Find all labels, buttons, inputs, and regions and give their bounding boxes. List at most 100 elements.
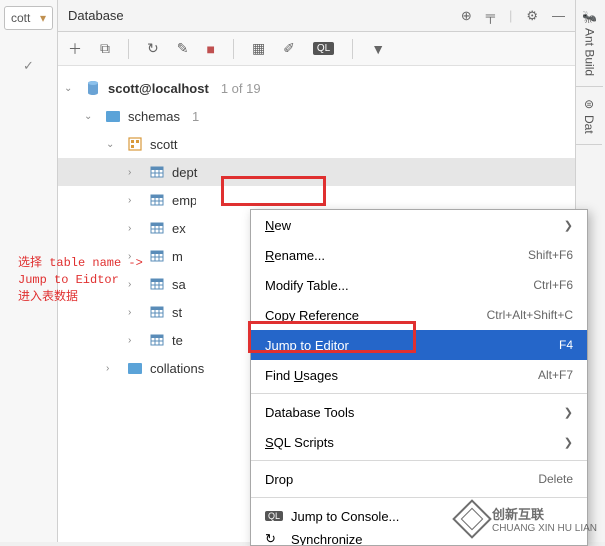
collations-label: collations xyxy=(150,361,204,376)
dropdown-label: cott xyxy=(11,11,30,25)
arrow-down-icon: ⌄ xyxy=(106,139,120,150)
chevron-right-icon: ❯ xyxy=(564,436,573,449)
menu-item-find-usages[interactable]: Find Usages Alt+F7 xyxy=(251,360,587,390)
folder-icon xyxy=(104,111,122,122)
panel-title: Database xyxy=(68,8,124,23)
arrow-right-icon: › xyxy=(128,307,142,318)
table-label: ex xyxy=(172,221,186,236)
separator xyxy=(352,39,353,59)
tree-root-datasource[interactable]: ⌄ scott@localhost 1 of 19 xyxy=(58,74,575,102)
menu-item-new[interactable]: New ❯ xyxy=(251,210,587,240)
ant-icon: 🐜 xyxy=(582,10,597,24)
table-label: m xyxy=(172,249,183,264)
tree-node-table-dept[interactable]: › dept xyxy=(58,158,575,186)
menu-item-sql-scripts[interactable]: SQL Scripts ❯ xyxy=(251,427,587,457)
menu-shortcut: Ctrl+Alt+Shift+C xyxy=(487,308,573,322)
table-icon xyxy=(148,193,166,207)
schema-label: scott xyxy=(150,137,177,152)
chevron-right-icon: ❯ xyxy=(564,219,573,232)
table-label: emp xyxy=(172,193,196,208)
schemas-meta: 1 xyxy=(192,109,199,124)
watermark-logo-icon xyxy=(452,499,492,539)
refresh-icon[interactable]: ↻ xyxy=(147,40,159,57)
menu-shortcut: Delete xyxy=(538,472,573,486)
menu-separator xyxy=(251,393,587,394)
tab-label: Ant Build xyxy=(582,28,596,76)
edit-icon[interactable]: ✐ xyxy=(283,40,295,57)
watermark-text: 创新互联 CHUANG XIN HU LIAN xyxy=(492,504,597,534)
table-label: sa xyxy=(172,277,186,292)
menu-shortcut: Alt+F7 xyxy=(538,368,573,382)
tab-label: Dat xyxy=(582,115,596,134)
query-icon[interactable]: QL xyxy=(313,42,334,55)
table-label: st xyxy=(172,305,182,320)
table-icon xyxy=(148,221,166,235)
menu-label: Synchronize xyxy=(291,532,363,546)
menu-shortcut: Ctrl+F6 xyxy=(533,278,573,292)
database-icon xyxy=(84,80,102,96)
schema-dropdown[interactable]: cott ▾ xyxy=(4,6,53,30)
menu-shortcut: Shift+F6 xyxy=(528,248,573,262)
tab-database[interactable]: ⊜ Dat xyxy=(576,87,602,145)
table-icon xyxy=(148,249,166,263)
grid-icon[interactable]: ▦ xyxy=(252,40,265,57)
menu-shortcut: F4 xyxy=(559,338,573,352)
menu-item-drop[interactable]: Drop Delete xyxy=(251,464,587,494)
folder-icon xyxy=(126,363,144,374)
menu-label: Modify Table... xyxy=(265,278,349,293)
tree-node-schemas[interactable]: ⌄ schemas 1 xyxy=(58,102,575,130)
menu-item-jump-to-editor[interactable]: Jump to Editor F4 xyxy=(251,330,587,360)
header-actions: ⊕ ╤ | ⚙ — xyxy=(461,8,565,24)
check-icon: ✓ xyxy=(0,58,57,74)
globe-icon[interactable]: ⊕ xyxy=(461,8,472,24)
panel-header: Database ⊕ ╤ | ⚙ — xyxy=(58,0,575,32)
tree-node-schema-scott[interactable]: ⌄ scott xyxy=(58,130,575,158)
gear-icon[interactable]: ⚙ xyxy=(526,8,538,24)
menu-label: Drop xyxy=(265,472,293,487)
table-label: dept xyxy=(172,165,197,180)
table-label: te xyxy=(172,333,183,348)
script-icon[interactable]: ✎ xyxy=(177,40,189,57)
sep-icon: | xyxy=(509,8,512,24)
menu-separator xyxy=(251,460,587,461)
menu-separator xyxy=(251,497,587,498)
annotation-text: 选择 table name -> Jump to Eidtor 进入表数据 xyxy=(18,255,143,305)
database-icon: ⊜ xyxy=(584,97,594,111)
schemas-label: schemas xyxy=(128,109,180,124)
arrow-right-icon: › xyxy=(128,335,142,346)
table-icon xyxy=(148,333,166,347)
filter-icon[interactable]: ▼ xyxy=(371,41,385,57)
stop-icon[interactable]: ■ xyxy=(206,41,214,57)
refresh-icon: ↻ xyxy=(265,531,285,545)
datasource-meta: 1 of 19 xyxy=(221,81,261,96)
menu-item-rename[interactable]: Rename... Shift+F6 xyxy=(251,240,587,270)
query-icon: QL xyxy=(265,511,285,521)
minimize-icon[interactable]: — xyxy=(552,8,565,24)
add-icon[interactable]: ＋ xyxy=(68,39,82,59)
table-icon xyxy=(148,305,166,319)
arrow-right-icon: › xyxy=(128,167,142,178)
arrow-right-icon: › xyxy=(106,363,120,374)
menu-item-modify-table[interactable]: Modify Table... Ctrl+F6 xyxy=(251,270,587,300)
table-icon xyxy=(148,165,166,179)
toolbar: ＋ ⧉ ↻ ✎ ■ ▦ ✐ QL ▼ xyxy=(58,32,575,66)
separator xyxy=(233,39,234,59)
menu-label: Jump to Console... xyxy=(291,509,399,524)
context-menu: New ❯ Rename... Shift+F6 Modify Table...… xyxy=(250,209,588,546)
chevron-down-icon: ▾ xyxy=(40,11,46,25)
arrow-down-icon: ⌄ xyxy=(84,111,98,122)
watermark: 创新互联 CHUANG XIN HU LIAN xyxy=(458,504,597,534)
menu-item-database-tools[interactable]: Database Tools ❯ xyxy=(251,397,587,427)
datasource-label: scott@localhost xyxy=(108,81,209,96)
chevron-right-icon: ❯ xyxy=(564,406,573,419)
table-icon xyxy=(148,277,166,291)
separator xyxy=(128,39,129,59)
arrow-down-icon: ⌄ xyxy=(64,83,78,94)
arrow-right-icon: › xyxy=(128,195,142,206)
menu-label: Jump to Editor xyxy=(265,338,349,353)
copy-icon[interactable]: ⧉ xyxy=(100,40,110,57)
menu-item-copy-reference[interactable]: Copy Reference Ctrl+Alt+Shift+C xyxy=(251,300,587,330)
collapse-icon[interactable]: ╤ xyxy=(486,8,495,24)
menu-label: Database Tools xyxy=(265,405,354,420)
tab-ant-build[interactable]: 🐜 Ant Build xyxy=(576,0,603,87)
